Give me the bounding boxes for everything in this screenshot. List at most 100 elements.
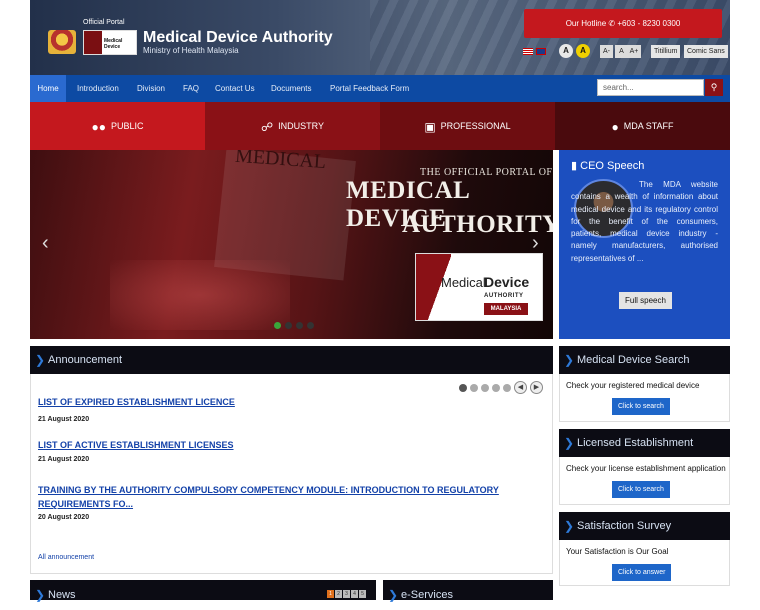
announcement-date: 21 August 2020 bbox=[38, 416, 90, 423]
slider-next-arrow-icon[interactable]: › bbox=[532, 232, 539, 255]
announcement-date: 20 August 2020 bbox=[38, 514, 90, 521]
news-page-button[interactable]: 4 bbox=[351, 590, 358, 598]
eservices-title: e-Services bbox=[401, 589, 453, 601]
medical-device-search-button[interactable]: Click to search bbox=[612, 398, 670, 415]
announcement-link[interactable]: LIST OF ACTIVE ESTABLISHMENT LICENSES bbox=[38, 440, 234, 450]
licensed-establishment-search-button[interactable]: Click to search bbox=[612, 481, 670, 498]
ceo-speech-title-text: CEO Speech bbox=[580, 160, 645, 172]
handshake-icon: ☍ bbox=[261, 119, 274, 134]
nav-documents[interactable]: Documents bbox=[271, 75, 311, 102]
site-title[interactable]: Medical Device Authority bbox=[143, 29, 333, 47]
category-public-label: PUBLIC bbox=[110, 121, 144, 131]
slider-prev-arrow-icon[interactable]: ‹ bbox=[42, 232, 49, 255]
chevron-right-icon: ❯ bbox=[388, 588, 399, 602]
eservices-header: ❯ e-Services bbox=[383, 580, 553, 602]
main-navigation: Home Introduction Division FAQ Contact U… bbox=[30, 75, 730, 102]
nav-introduction[interactable]: Introduction bbox=[77, 75, 119, 102]
news-pager: 1 2 3 4 5 bbox=[327, 590, 366, 598]
licensed-establishment-search-panel: Check your license establishment applica… bbox=[559, 457, 730, 505]
satisfaction-survey-button[interactable]: Click to answer bbox=[612, 564, 672, 581]
font-comic-sans-button[interactable]: Comic Sans bbox=[684, 45, 728, 58]
category-public[interactable]: ●● PUBLIC bbox=[30, 102, 205, 150]
bookmark-icon: ▮ bbox=[571, 160, 578, 172]
nav-faq[interactable]: FAQ bbox=[183, 75, 199, 102]
mda-logo[interactable]: Medical Device bbox=[83, 30, 137, 55]
logo-medical-text: Medical bbox=[441, 275, 486, 290]
slider-pagination bbox=[274, 322, 314, 329]
font-size-decrease-button[interactable]: A- bbox=[600, 45, 613, 58]
slider-dot[interactable] bbox=[274, 322, 281, 329]
news-page-button[interactable]: 5 bbox=[359, 590, 366, 598]
category-industry-label: INDUSTRY bbox=[278, 121, 324, 131]
news-page-button[interactable]: 1 bbox=[327, 590, 334, 598]
announcement-panel: ◀ ▶ LIST OF EXPIRED ESTABLISHMENT LICENC… bbox=[30, 374, 553, 574]
full-speech-button[interactable]: Full speech bbox=[619, 292, 672, 309]
announcement-link[interactable]: LIST OF EXPIRED ESTABLISHMENT LICENCE bbox=[38, 397, 235, 407]
pager-dot[interactable] bbox=[459, 383, 467, 392]
nav-portal-feedback-form[interactable]: Portal Feedback Form bbox=[330, 75, 409, 102]
official-portal-label: Official Portal bbox=[83, 19, 125, 26]
nav-home[interactable]: Home bbox=[30, 75, 66, 102]
news-page-button[interactable]: 2 bbox=[335, 590, 342, 598]
slider-dot[interactable] bbox=[296, 322, 303, 329]
site-header: Official Portal Medical Device Medical D… bbox=[30, 0, 730, 75]
medical-device-search-panel: Check your registered medical device Cli… bbox=[559, 374, 730, 422]
english-flag-icon[interactable] bbox=[536, 48, 546, 55]
ceo-speech-title: ▮ CEO Speech bbox=[571, 159, 644, 172]
category-mda-staff-label: MDA STAFF bbox=[623, 121, 674, 131]
hero-slider: MEDICAL THE OFFICIAL PORTAL OF MEDICAL D… bbox=[30, 150, 553, 339]
category-professional[interactable]: ▣ PROFESSIONAL bbox=[380, 102, 555, 150]
nav-division[interactable]: Division bbox=[137, 75, 165, 102]
contrast-normal-button[interactable]: A bbox=[559, 44, 573, 58]
pager-dot[interactable] bbox=[503, 383, 511, 392]
logo-malaysia-text: MALAYSIA bbox=[484, 303, 528, 315]
malay-flag-icon[interactable] bbox=[523, 48, 533, 55]
licensed-establishment-search-text: Check your license establishment applica… bbox=[566, 464, 726, 473]
briefcase-icon: ▣ bbox=[424, 119, 436, 134]
announcement-title: Announcement bbox=[48, 354, 122, 366]
slider-dot[interactable] bbox=[307, 322, 314, 329]
news-page-button[interactable]: 3 bbox=[343, 590, 350, 598]
licensed-establishment-search-header: ❯ Licensed Establishment Search bbox=[559, 429, 730, 477]
slide-hand-image bbox=[110, 260, 290, 330]
all-announcement-link[interactable]: All announcement bbox=[38, 554, 94, 561]
ceo-speech-text: The MDA website contains a wealth of inf… bbox=[571, 180, 718, 263]
chevron-right-icon: ❯ bbox=[35, 353, 46, 367]
satisfaction-survey-text: Your Satisfaction is Our Goal bbox=[566, 547, 669, 556]
logo-authority-text: AUTHORITY bbox=[484, 293, 524, 299]
user-icon: ● bbox=[611, 119, 619, 134]
medical-device-search-title: Medical Device Search bbox=[577, 354, 690, 366]
hotline-box: Our Hotline ✆ +603 - 8230 0300 bbox=[524, 9, 722, 38]
phone-icon: ✆ bbox=[608, 19, 616, 28]
hotline-label: Our Hotline bbox=[565, 19, 607, 28]
medical-device-search-header: ❯ Medical Device Search bbox=[559, 346, 730, 374]
satisfaction-survey-panel: Your Satisfaction is Our Goal Click to a… bbox=[559, 540, 730, 586]
chevron-right-icon: ❯ bbox=[35, 588, 46, 602]
pager-dot[interactable] bbox=[481, 383, 489, 392]
users-icon: ●● bbox=[91, 119, 106, 134]
language-switch bbox=[523, 48, 546, 55]
contrast-high-button[interactable]: A bbox=[576, 44, 590, 58]
font-titillium-button[interactable]: Titillium bbox=[651, 45, 681, 58]
announcement-link[interactable]: TRAINING BY THE AUTHORITY COMPULSORY COM… bbox=[38, 483, 543, 511]
slide-title-line2: AUTHORITY bbox=[402, 211, 553, 238]
mda-logo-text: Medical Device bbox=[104, 38, 123, 50]
chevron-right-icon: ❯ bbox=[564, 436, 575, 450]
slider-dot[interactable] bbox=[285, 322, 292, 329]
pager-dot[interactable] bbox=[492, 383, 500, 392]
satisfaction-survey-title: Satisfaction Survey bbox=[577, 520, 672, 532]
logo-device-text: Device bbox=[484, 274, 530, 290]
next-arrow-icon[interactable]: ▶ bbox=[530, 381, 543, 394]
government-crest-logo bbox=[48, 30, 76, 54]
search-icon[interactable]: ⚲ bbox=[705, 79, 723, 96]
announcement-date: 21 August 2020 bbox=[38, 456, 90, 463]
nav-contact-us[interactable]: Contact Us bbox=[215, 75, 255, 102]
font-size-increase-button[interactable]: A+ bbox=[627, 45, 641, 58]
prev-arrow-icon[interactable]: ◀ bbox=[514, 381, 527, 394]
search-input[interactable]: search... bbox=[597, 79, 704, 96]
announcement-pager: ◀ ▶ bbox=[459, 381, 543, 394]
pager-dot[interactable] bbox=[470, 383, 478, 392]
category-industry[interactable]: ☍ INDUSTRY bbox=[205, 102, 380, 150]
satisfaction-survey-header: ❯ Satisfaction Survey bbox=[559, 512, 730, 540]
category-mda-staff[interactable]: ● MDA STAFF bbox=[555, 102, 730, 150]
